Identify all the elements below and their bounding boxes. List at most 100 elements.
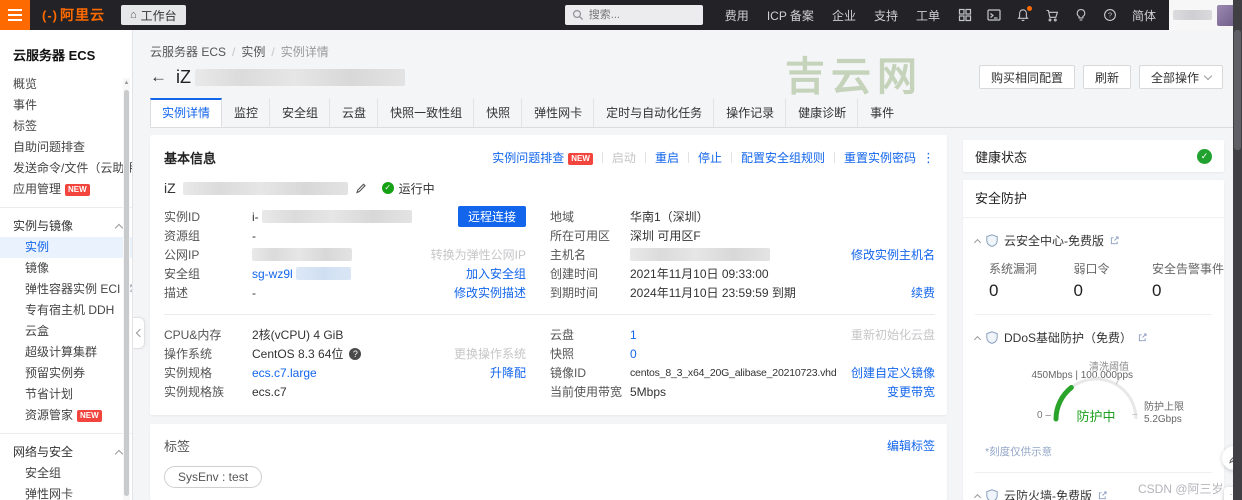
buy-same-config-button[interactable]: 购买相同配置 xyxy=(978,65,1075,89)
sidebar-group-network[interactable]: 网络与安全 xyxy=(0,441,132,463)
external-link-icon[interactable] xyxy=(1138,333,1147,342)
tab-instance-details[interactable]: 实例详情 xyxy=(150,98,223,127)
sidebar-item-troubleshoot[interactable]: 自助问题排查 xyxy=(0,137,132,158)
sidebar-item-eci[interactable]: 弹性容器实例 ECI xyxy=(0,279,132,300)
scroll-up-arrow[interactable]: ▲ xyxy=(123,78,130,88)
sidebar-scrollbar[interactable]: ▲ xyxy=(123,78,130,500)
sidebar-group-instances[interactable]: 实例与镜像 xyxy=(0,215,132,237)
tab-disks[interactable]: 云盘 xyxy=(330,98,379,127)
change-bandwidth-link[interactable]: 变更带宽 xyxy=(887,383,935,400)
help-question-icon[interactable]: ? xyxy=(349,347,362,360)
action-stop[interactable]: 停止 xyxy=(698,149,722,166)
topbar: (-) 阿里云 ⌂ 工作台 费用 ICP 备案 企业 支持 工单 ? 简体 xyxy=(0,0,1242,30)
sidebar-item-ddh[interactable]: 专有宿主机 DDH xyxy=(0,300,132,321)
page-scrollbar[interactable] xyxy=(1233,0,1242,500)
refresh-button[interactable]: 刷新 xyxy=(1082,65,1131,89)
reinitialize-disk-link[interactable]: 重新初始化云盘 xyxy=(851,326,935,343)
sidebar-collapse-handle[interactable] xyxy=(133,317,145,349)
tab-snapshots[interactable]: 快照 xyxy=(474,98,523,127)
sidebar-item-events[interactable]: 事件 xyxy=(0,95,132,116)
bulb-icon[interactable] xyxy=(1074,8,1088,22)
sidebar-title: 云服务器 ECS xyxy=(13,48,96,63)
sidebar-item-resource-manager[interactable]: 资源管家 NEW xyxy=(0,405,132,426)
menu-billing[interactable]: 费用 xyxy=(725,7,749,24)
renew-link[interactable]: 续费 xyxy=(911,284,935,301)
workbench-button[interactable]: ⌂ 工作台 xyxy=(121,5,186,25)
topbar-search[interactable] xyxy=(564,5,703,25)
all-actions-button[interactable]: 全部操作 xyxy=(1138,65,1223,89)
menu-support[interactable]: 支持 xyxy=(874,7,898,24)
tab-health-diagnosis[interactable]: 健康诊断 xyxy=(786,98,859,127)
join-security-group-link[interactable]: 加入安全组 xyxy=(466,265,526,282)
action-reset-password[interactable]: 重置实例密码 xyxy=(844,149,916,166)
edit-description-link[interactable]: 修改实例描述 xyxy=(454,284,526,301)
breadcrumb-instances[interactable]: 实例 xyxy=(241,45,265,59)
app-grid-icon[interactable] xyxy=(958,8,972,22)
ddos-section[interactable]: DDoS基础防护（免费） xyxy=(973,329,1212,346)
tab-operation-records[interactable]: 操作记录 xyxy=(714,98,787,127)
language-selector[interactable]: 简体 xyxy=(1132,7,1156,24)
resize-link[interactable]: 升降配 xyxy=(490,364,526,381)
sidebar-item-tags[interactable]: 标签 xyxy=(0,116,132,137)
sidebar-item-app-management[interactable]: 应用管理 NEW xyxy=(0,179,132,200)
help-icon[interactable]: ? xyxy=(1103,8,1117,22)
cloudshell-terminal-icon[interactable] xyxy=(987,8,1001,22)
cart-icon[interactable] xyxy=(1045,8,1059,22)
change-os-link[interactable]: 更换操作系统 xyxy=(454,345,526,362)
sidebar-item-savings-plan[interactable]: 节省计划 xyxy=(0,384,132,405)
scrollbar-thumb[interactable] xyxy=(124,90,129,496)
back-arrow-icon[interactable]: ← xyxy=(150,67,167,87)
sidebar-item-instances[interactable]: 实例 xyxy=(0,237,132,258)
notifications-bell-icon[interactable] xyxy=(1016,6,1032,22)
breadcrumb-ecs[interactable]: 云服务器 ECS xyxy=(150,45,226,59)
action-configure-sg-rules[interactable]: 配置安全组规则 xyxy=(741,149,825,166)
snapshots-count-link[interactable]: 0 xyxy=(630,347,637,361)
sidebar-item-images[interactable]: 镜像 xyxy=(0,258,132,279)
instance-type-link[interactable]: ecs.c7.large xyxy=(252,366,317,380)
edit-pencil-icon[interactable] xyxy=(355,182,367,194)
remote-connect-button[interactable]: 远程连接 xyxy=(457,206,526,227)
aliyun-logo[interactable]: (-) 阿里云 xyxy=(42,5,105,25)
sidebar-item-scc[interactable]: 超级计算集群 xyxy=(0,342,132,363)
tab-events[interactable]: 事件 xyxy=(858,98,906,127)
user-account[interactable] xyxy=(1169,0,1242,30)
ddos-name: DDoS基础防护（免费） xyxy=(1004,331,1133,345)
menu-enterprise[interactable]: 企业 xyxy=(832,7,856,24)
create-custom-image-link[interactable]: 创建自定义镜像 xyxy=(851,364,935,381)
hamburger-menu-icon[interactable] xyxy=(0,0,30,30)
sidebar-divider xyxy=(0,207,132,208)
sidebar-item-cloudbox[interactable]: 云盒 xyxy=(0,321,132,342)
edit-hostname-link[interactable]: 修改实例主机名 xyxy=(851,246,935,263)
tab-scheduled-tasks[interactable]: 定时与自动化任务 xyxy=(594,98,715,127)
firewall-section[interactable]: 云防火墙-免费版 xyxy=(973,487,1212,500)
menu-icp[interactable]: ICP 备案 xyxy=(767,7,814,24)
action-start[interactable]: 启动 xyxy=(612,149,636,166)
edit-tags-link[interactable]: 编辑标签 xyxy=(887,437,935,454)
tab-security-groups[interactable]: 安全组 xyxy=(270,98,331,127)
sidebar-item-enis[interactable]: 弹性网卡 xyxy=(0,484,132,500)
tab-enis[interactable]: 弹性网卡 xyxy=(522,98,595,127)
tag-pill[interactable]: SysEnv : test xyxy=(164,466,263,488)
search-input[interactable] xyxy=(588,9,689,21)
external-link-icon[interactable] xyxy=(1098,491,1107,500)
more-actions-icon[interactable]: ⋮ xyxy=(922,150,935,166)
field-cpu-memory: CPU&内存 2核(vCPU) 4 GiB xyxy=(164,328,344,342)
external-link-icon[interactable] xyxy=(1110,236,1119,245)
sidebar-item-security-groups[interactable]: 安全组 xyxy=(0,463,132,484)
sidebar-item-reserved-instances[interactable]: 预留实例券 xyxy=(0,363,132,384)
disks-count-link[interactable]: 1 xyxy=(630,328,637,342)
action-restart[interactable]: 重启 xyxy=(655,149,679,166)
action-troubleshoot[interactable]: 实例问题排查 NEW xyxy=(492,149,593,166)
security-center-section[interactable]: 云安全中心-免费版 xyxy=(973,232,1212,249)
convert-to-eip-link[interactable]: 转换为弹性公网IP xyxy=(431,246,526,263)
tab-snapshot-groups[interactable]: 快照一致性组 xyxy=(378,98,475,127)
notification-dot xyxy=(1026,6,1032,11)
sidebar-item-overview[interactable]: 概览 xyxy=(0,74,132,95)
security-group-link[interactable]: sg-wz9l xyxy=(252,267,293,281)
tab-monitoring[interactable]: 监控 xyxy=(222,98,271,127)
logo-bracket-mark: (-) xyxy=(42,7,58,23)
scrollbar-thumb[interactable] xyxy=(1234,30,1241,150)
field-instance-id: 实例ID i- 远程连接 xyxy=(164,206,526,227)
menu-ticket[interactable]: 工单 xyxy=(916,7,940,24)
sidebar-item-cloud-assistant[interactable]: 发送命令/文件（云助手） xyxy=(0,158,132,179)
